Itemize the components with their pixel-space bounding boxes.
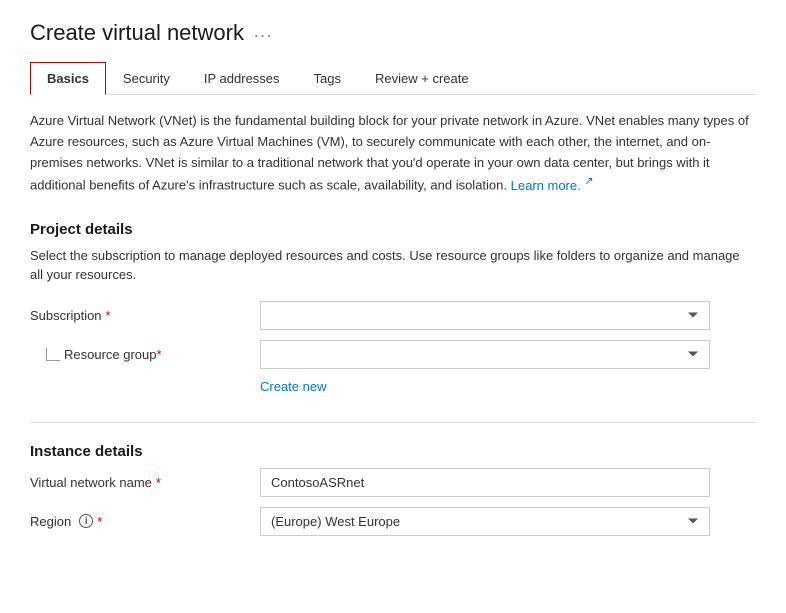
resource-group-row: Resource group * xyxy=(30,340,756,369)
project-details-section: Project details Select the subscription … xyxy=(30,221,756,394)
external-link-icon: ↗ xyxy=(584,175,593,187)
resource-group-dropdown[interactable] xyxy=(260,340,710,369)
region-label: Region i * xyxy=(30,514,260,529)
tab-bar: Basics Security IP addresses Tags Review… xyxy=(30,62,756,95)
vnet-name-label: Virtual network name * xyxy=(30,475,260,490)
region-dropdown-wrapper: (Europe) West Europe xyxy=(260,507,710,536)
section-divider xyxy=(30,422,756,423)
create-new-link[interactable]: Create new xyxy=(260,379,756,394)
instance-details-section: Instance details Virtual network name * … xyxy=(30,443,756,536)
page-header: Create virtual network ... xyxy=(30,20,756,46)
tab-basics[interactable]: Basics xyxy=(30,62,106,95)
subscription-required-star: * xyxy=(106,308,111,323)
tab-tags[interactable]: Tags xyxy=(297,62,358,95)
resource-group-control xyxy=(260,340,710,369)
resource-group-dropdown-wrapper xyxy=(260,340,710,369)
vnet-name-control xyxy=(260,468,710,497)
region-dropdown[interactable]: (Europe) West Europe xyxy=(260,507,710,536)
region-info-icon[interactable]: i xyxy=(79,514,93,528)
vnet-name-row: Virtual network name * xyxy=(30,468,756,497)
instance-details-title: Instance details xyxy=(30,443,756,460)
resource-group-required-star: * xyxy=(157,347,162,362)
subscription-row: Subscription * xyxy=(30,301,756,330)
project-details-title: Project details xyxy=(30,221,756,238)
tab-security[interactable]: Security xyxy=(106,62,187,95)
vnet-name-required-star: * xyxy=(156,475,161,490)
tab-ip-addresses[interactable]: IP addresses xyxy=(187,62,297,95)
vnet-name-input[interactable] xyxy=(260,468,710,497)
subscription-dropdown[interactable] xyxy=(260,301,710,330)
resource-group-label-area: Resource group * xyxy=(30,347,260,362)
region-row: Region i * (Europe) West Europe xyxy=(30,507,756,536)
page-title: Create virtual network xyxy=(30,20,244,46)
intro-description: Azure Virtual Network (VNet) is the fund… xyxy=(30,111,750,197)
project-details-desc: Select the subscription to manage deploy… xyxy=(30,246,750,285)
region-required-star: * xyxy=(97,514,102,529)
region-control: (Europe) West Europe xyxy=(260,507,710,536)
tab-review-create[interactable]: Review + create xyxy=(358,62,486,95)
learn-more-link[interactable]: Learn more. ↗ xyxy=(511,178,594,193)
subscription-label: Subscription * xyxy=(30,308,260,323)
subscription-control xyxy=(260,301,710,330)
ellipsis-button[interactable]: ... xyxy=(254,24,273,42)
subscription-dropdown-wrapper xyxy=(260,301,710,330)
